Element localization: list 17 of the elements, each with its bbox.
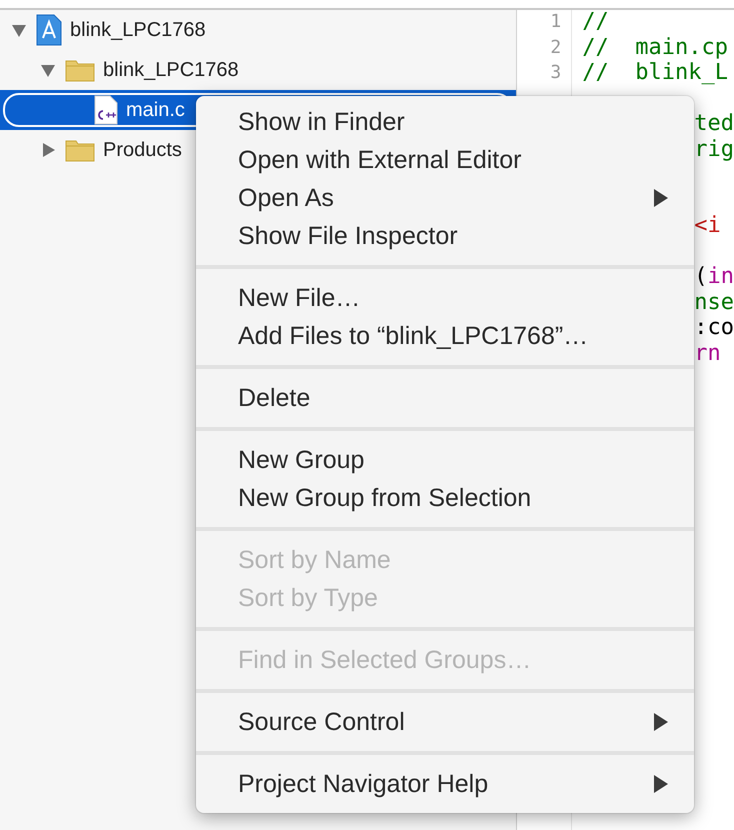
tree-item-label: Products <box>103 138 182 162</box>
tree-item-label: blink_LPC1768 <box>103 58 239 82</box>
code-line: // blink_L <box>582 60 728 85</box>
line-number: 2 <box>550 36 562 58</box>
line-number: 3 <box>550 62 562 83</box>
line-number: 1 <box>550 11 562 32</box>
code-fragment: <i <box>694 213 721 238</box>
code-fragment: (in <box>694 264 734 289</box>
code-fragment: rn <box>694 340 721 366</box>
code-fragment: rig <box>694 136 734 162</box>
code-fragment: :co <box>694 315 734 340</box>
code-fragment: ted <box>694 111 734 136</box>
tree-item-label: blink_LPC1768 <box>70 18 206 42</box>
code-line: // main.cp <box>582 34 728 60</box>
code-line: // <box>582 9 609 34</box>
code-fragment: nse <box>694 290 734 314</box>
tree-item-label: main.c <box>126 98 185 122</box>
